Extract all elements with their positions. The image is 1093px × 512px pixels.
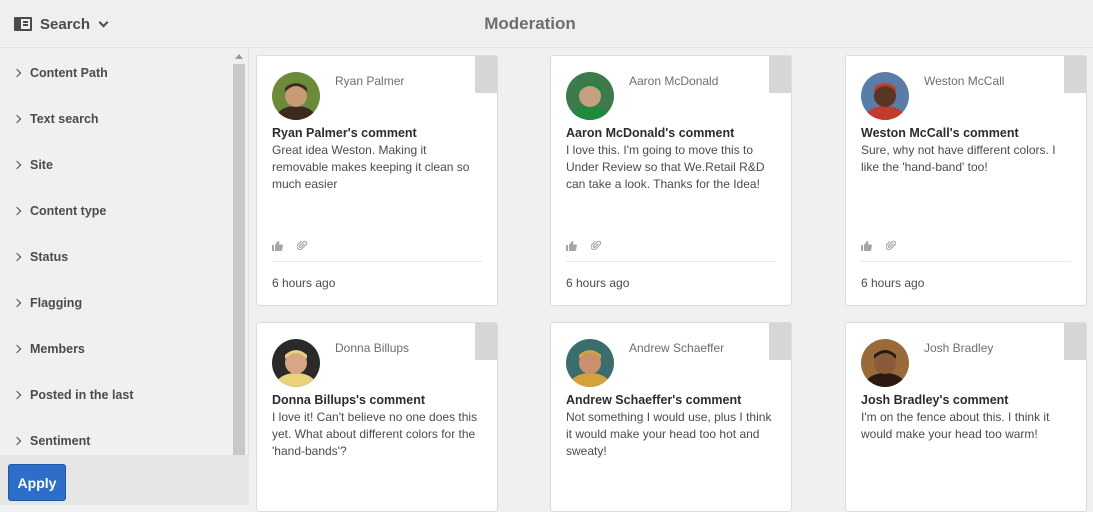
card-actions	[272, 238, 308, 256]
page-title: Moderation	[484, 14, 576, 33]
card-body: Great idea Weston. Making it removable m…	[272, 143, 470, 191]
chevron-right-icon	[12, 252, 22, 262]
facet-label: Content type	[30, 204, 107, 218]
avatar	[272, 339, 320, 387]
top-bar: Search Moderation	[0, 0, 1093, 48]
card-author: Weston McCall	[924, 74, 1005, 88]
card-select-checkbox[interactable]	[1064, 56, 1086, 93]
card-body: I love this. I'm going to move this to U…	[566, 143, 765, 191]
card-select-checkbox[interactable]	[475, 56, 497, 93]
facet-label: Members	[30, 342, 85, 356]
card-author: Josh Bradley	[924, 341, 994, 355]
facet-list: Content Path Text search Site Content ty…	[0, 48, 232, 455]
facet-label: Text search	[30, 112, 99, 126]
filter-footer: Apply	[0, 455, 249, 505]
chevron-right-icon	[12, 390, 22, 400]
attachment-icon[interactable]	[296, 238, 308, 256]
card-actions	[566, 238, 602, 256]
facet-label: Flagging	[30, 296, 83, 310]
card-select-checkbox[interactable]	[769, 56, 791, 93]
card-actions	[861, 238, 897, 256]
card-body: Sure, why not have different colors. I l…	[861, 143, 1056, 174]
card-select-checkbox[interactable]	[1064, 323, 1086, 360]
thumbs-up-icon[interactable]	[861, 238, 872, 256]
card-body: Not something I would use, plus I think …	[566, 410, 772, 458]
card-divider	[566, 261, 776, 262]
card-divider	[861, 261, 1071, 262]
card-author: Aaron McDonald	[629, 74, 719, 88]
facet-label: Site	[30, 158, 53, 172]
chevron-right-icon	[12, 206, 22, 216]
thumbs-up-icon[interactable]	[566, 238, 577, 256]
facet-label: Sentiment	[30, 434, 91, 448]
scroll-thumb[interactable]	[233, 64, 245, 455]
apply-button[interactable]: Apply	[8, 464, 66, 501]
facet-label: Status	[30, 250, 69, 264]
comment-card[interactable]: Donna Billups Donna Billups's comment I lo…	[256, 322, 498, 512]
facet-sentiment[interactable]: Sentiment	[12, 431, 91, 451]
card-body: I'm on the fence about this. I think it …	[861, 410, 1050, 441]
facet-flagging[interactable]: Flagging	[12, 293, 83, 313]
card-timestamp: 6 hours ago	[272, 276, 336, 290]
comment-card[interactable]: Ryan Palmer Ryan Palmer's comment Great id…	[256, 55, 498, 306]
facet-label: Content Path	[30, 66, 108, 80]
card-select-checkbox[interactable]	[475, 323, 497, 360]
chevron-right-icon	[12, 436, 22, 446]
avatar	[272, 72, 320, 120]
chevron-right-icon	[12, 344, 22, 354]
card-title: Andrew Schaeffer's comment	[566, 393, 742, 407]
facet-scrollbar[interactable]	[232, 48, 246, 455]
card-author: Andrew Schaeffer	[629, 341, 725, 355]
comment-card[interactable]: Aaron McDonald Aaron McDonald's comment I …	[550, 55, 792, 306]
card-select-checkbox[interactable]	[769, 323, 791, 360]
avatar	[861, 339, 909, 387]
chevron-right-icon	[12, 114, 22, 124]
card-title: Josh Bradley's comment	[861, 393, 1009, 407]
chevron-right-icon	[12, 160, 22, 170]
facet-text-search[interactable]: Text search	[12, 109, 99, 129]
card-timestamp: 6 hours ago	[861, 276, 925, 290]
search-filter-panel: Content Path Text search Site Content ty…	[0, 48, 249, 505]
facet-members[interactable]: Members	[12, 339, 85, 359]
chevron-right-icon	[12, 68, 22, 78]
card-body: I love it! Can't believe no one does thi…	[272, 410, 478, 458]
thumbs-up-icon[interactable]	[272, 238, 283, 256]
card-title: Ryan Palmer's comment	[272, 126, 417, 140]
card-title: Donna Billups's comment	[272, 393, 425, 407]
facet-site[interactable]: Site	[12, 155, 53, 175]
avatar	[566, 72, 614, 120]
card-title: Weston McCall's comment	[861, 126, 1019, 140]
comment-card[interactable]: Weston McCall Weston McCall's comment Sure…	[845, 55, 1087, 306]
card-divider	[272, 261, 482, 262]
facet-label: Posted in the last	[30, 388, 134, 402]
comment-card[interactable]: Andrew Schaeffer Andrew Schaeffer's comme…	[550, 322, 792, 512]
attachment-icon[interactable]	[885, 238, 897, 256]
facet-content-type[interactable]: Content type	[12, 201, 107, 221]
comment-card[interactable]: Josh Bradley Josh Bradley's comment I'm on…	[845, 322, 1087, 512]
scroll-up-arrow-icon[interactable]	[235, 54, 243, 59]
facet-content-path[interactable]: Content Path	[12, 63, 108, 83]
attachment-icon[interactable]	[590, 238, 602, 256]
card-title: Aaron McDonald's comment	[566, 126, 735, 140]
chevron-right-icon	[12, 298, 22, 308]
card-timestamp: 6 hours ago	[566, 276, 630, 290]
avatar	[861, 72, 909, 120]
facet-status[interactable]: Status	[12, 247, 69, 267]
facet-posted-in-the-last[interactable]: Posted in the last	[12, 385, 134, 405]
avatar	[566, 339, 614, 387]
card-author: Donna Billups	[335, 341, 410, 355]
card-author: Ryan Palmer	[335, 74, 405, 88]
